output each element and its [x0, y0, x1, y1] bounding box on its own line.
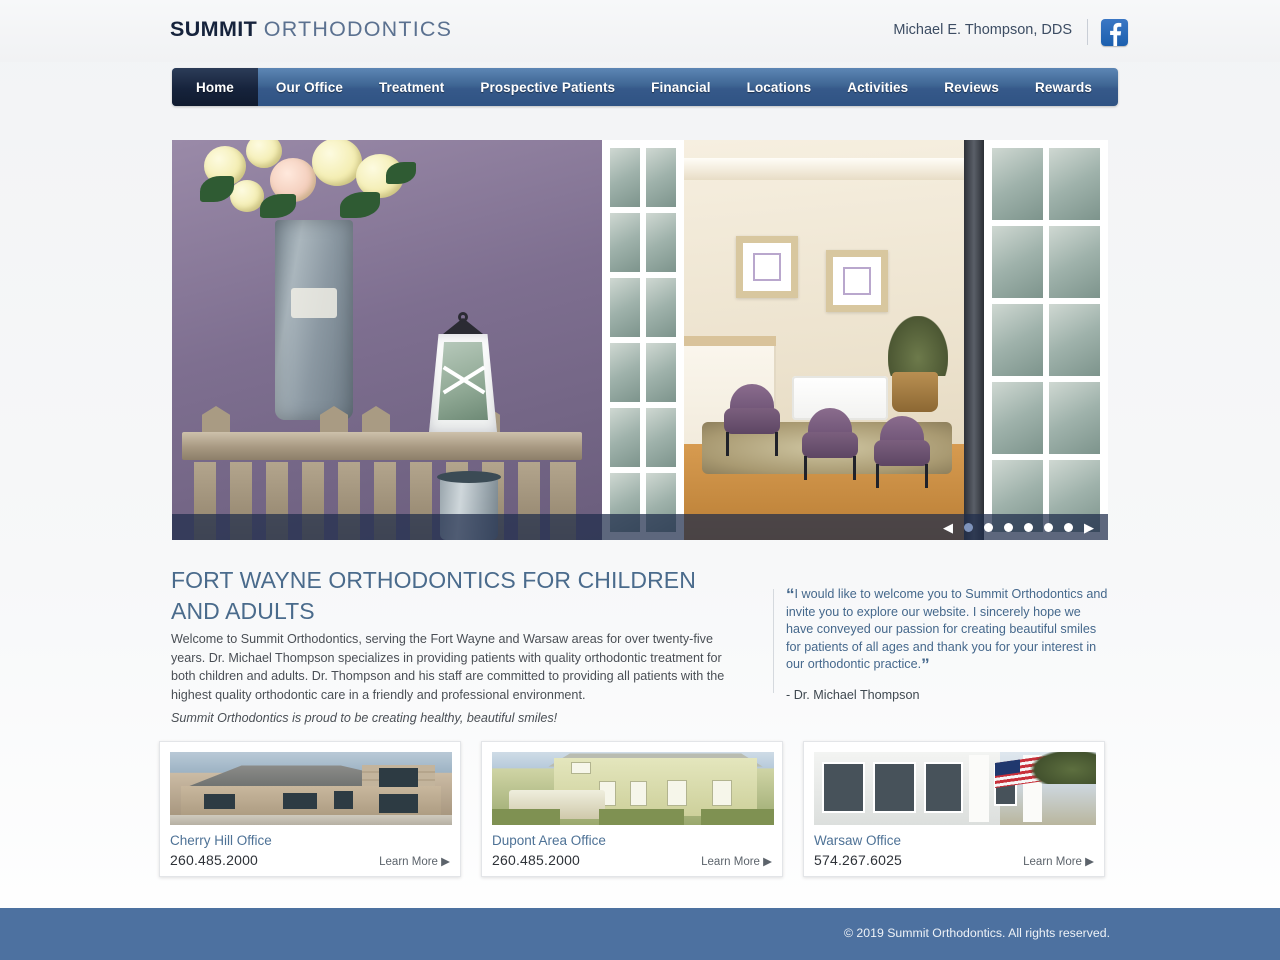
- hero-slider-controls[interactable]: ◀ ▶: [943, 514, 1094, 540]
- slider-dot-6[interactable]: [1064, 522, 1073, 532]
- nav-item-locations[interactable]: Locations: [729, 68, 830, 106]
- hero-image-right: [602, 140, 1108, 540]
- office-card-dupont-area[interactable]: Dupont Area Office 260.485.2000 Learn Mo…: [481, 741, 783, 877]
- site-logo[interactable]: SUMMIT ORTHODONTICS: [170, 17, 452, 42]
- hero-vase: [275, 220, 353, 420]
- nav-item-treatment[interactable]: Treatment: [361, 68, 462, 106]
- doctor-quote-block: “I would like to welcome you to Summit O…: [773, 586, 1108, 702]
- main-navigation[interactable]: Home Our Office Treatment Prospective Pa…: [172, 68, 1118, 106]
- office-photo-cherry-hill: [170, 752, 452, 825]
- nav-item-financial[interactable]: Financial: [633, 68, 728, 106]
- office-name[interactable]: Warsaw Office: [814, 832, 1094, 850]
- doctor-name: Michael E. Thompson, DDS: [893, 22, 1072, 38]
- office-card-warsaw[interactable]: Warsaw Office 574.267.6025 Learn More ▶: [803, 741, 1105, 877]
- slider-dot-5[interactable]: [1044, 522, 1053, 532]
- nav-item-rewards[interactable]: Rewards: [1017, 68, 1110, 106]
- hero-waiting-room: [684, 140, 984, 540]
- hero-door-pane-left: [602, 140, 684, 540]
- office-learn-more-link[interactable]: Learn More ▶: [701, 854, 772, 868]
- page-root: SUMMIT ORTHODONTICS Michael E. Thompson,…: [0, 0, 1280, 960]
- hero-image-left: [172, 140, 602, 540]
- nav-item-reviews[interactable]: Reviews: [926, 68, 1017, 106]
- quote-open-mark: “: [786, 585, 795, 604]
- hero-door-pane-right: [984, 140, 1108, 540]
- copyright-text: © 2019 Summit Orthodontics. All rights r…: [843, 926, 1110, 940]
- office-learn-more-link[interactable]: Learn More ▶: [379, 854, 450, 868]
- slider-next-icon[interactable]: ▶: [1084, 521, 1094, 534]
- nav-item-prospective-patients[interactable]: Prospective Patients: [462, 68, 633, 106]
- quote-body: I would like to welcome you to Summit Or…: [786, 587, 1108, 672]
- office-name[interactable]: Cherry Hill Office: [170, 832, 450, 850]
- hero-open-door-edge: [964, 140, 986, 540]
- site-footer: © 2019 Summit Orthodontics. All rights r…: [0, 908, 1280, 960]
- quote-text: “I would like to welcome you to Summit O…: [786, 586, 1108, 674]
- quote-attribution: - Dr. Michael Thompson: [786, 687, 920, 702]
- nav-item-our-office[interactable]: Our Office: [258, 68, 361, 106]
- office-learn-more-link[interactable]: Learn More ▶: [1023, 854, 1094, 868]
- hero-slider[interactable]: ◀ ▶: [172, 140, 1108, 540]
- office-phone: 260.485.2000: [170, 852, 259, 868]
- office-phone: 260.485.2000: [492, 852, 581, 868]
- office-photo-warsaw: [814, 752, 1096, 825]
- office-phone: 574.267.6025: [814, 852, 903, 868]
- logo-light-text: ORTHODONTICS: [263, 17, 453, 41]
- slider-prev-icon[interactable]: ◀: [943, 521, 953, 534]
- office-photo-dupont-area: [492, 752, 774, 825]
- slider-dot-3[interactable]: [1004, 522, 1013, 532]
- page-title: FORT WAYNE ORTHODONTICS FOR CHILDREN AND…: [171, 567, 696, 624]
- office-name[interactable]: Dupont Area Office: [492, 832, 772, 850]
- facebook-icon[interactable]: [1101, 19, 1128, 46]
- logo-bold-text: SUMMIT: [170, 17, 258, 41]
- header-divider: [1087, 19, 1088, 45]
- slider-dot-2[interactable]: [984, 522, 993, 532]
- slider-dot-1[interactable]: [964, 522, 973, 532]
- office-cards: Cherry Hill Office 260.485.2000 Learn Mo…: [159, 741, 1105, 877]
- hero-french-doors: [602, 140, 1108, 540]
- quote-close-mark: ”: [921, 655, 930, 675]
- slider-dot-4[interactable]: [1024, 522, 1033, 532]
- hero-lantern: [424, 312, 502, 432]
- tagline-text: Summit Orthodontics is proud to be creat…: [171, 711, 558, 725]
- intro-paragraph: Welcome to Summit Orthodontics, serving …: [171, 632, 725, 702]
- nav-item-activities[interactable]: Activities: [829, 68, 926, 106]
- site-header: SUMMIT ORTHODONTICS Michael E. Thompson,…: [0, 0, 1280, 62]
- office-card-cherry-hill[interactable]: Cherry Hill Office 260.485.2000 Learn Mo…: [159, 741, 461, 877]
- nav-item-home[interactable]: Home: [172, 68, 258, 106]
